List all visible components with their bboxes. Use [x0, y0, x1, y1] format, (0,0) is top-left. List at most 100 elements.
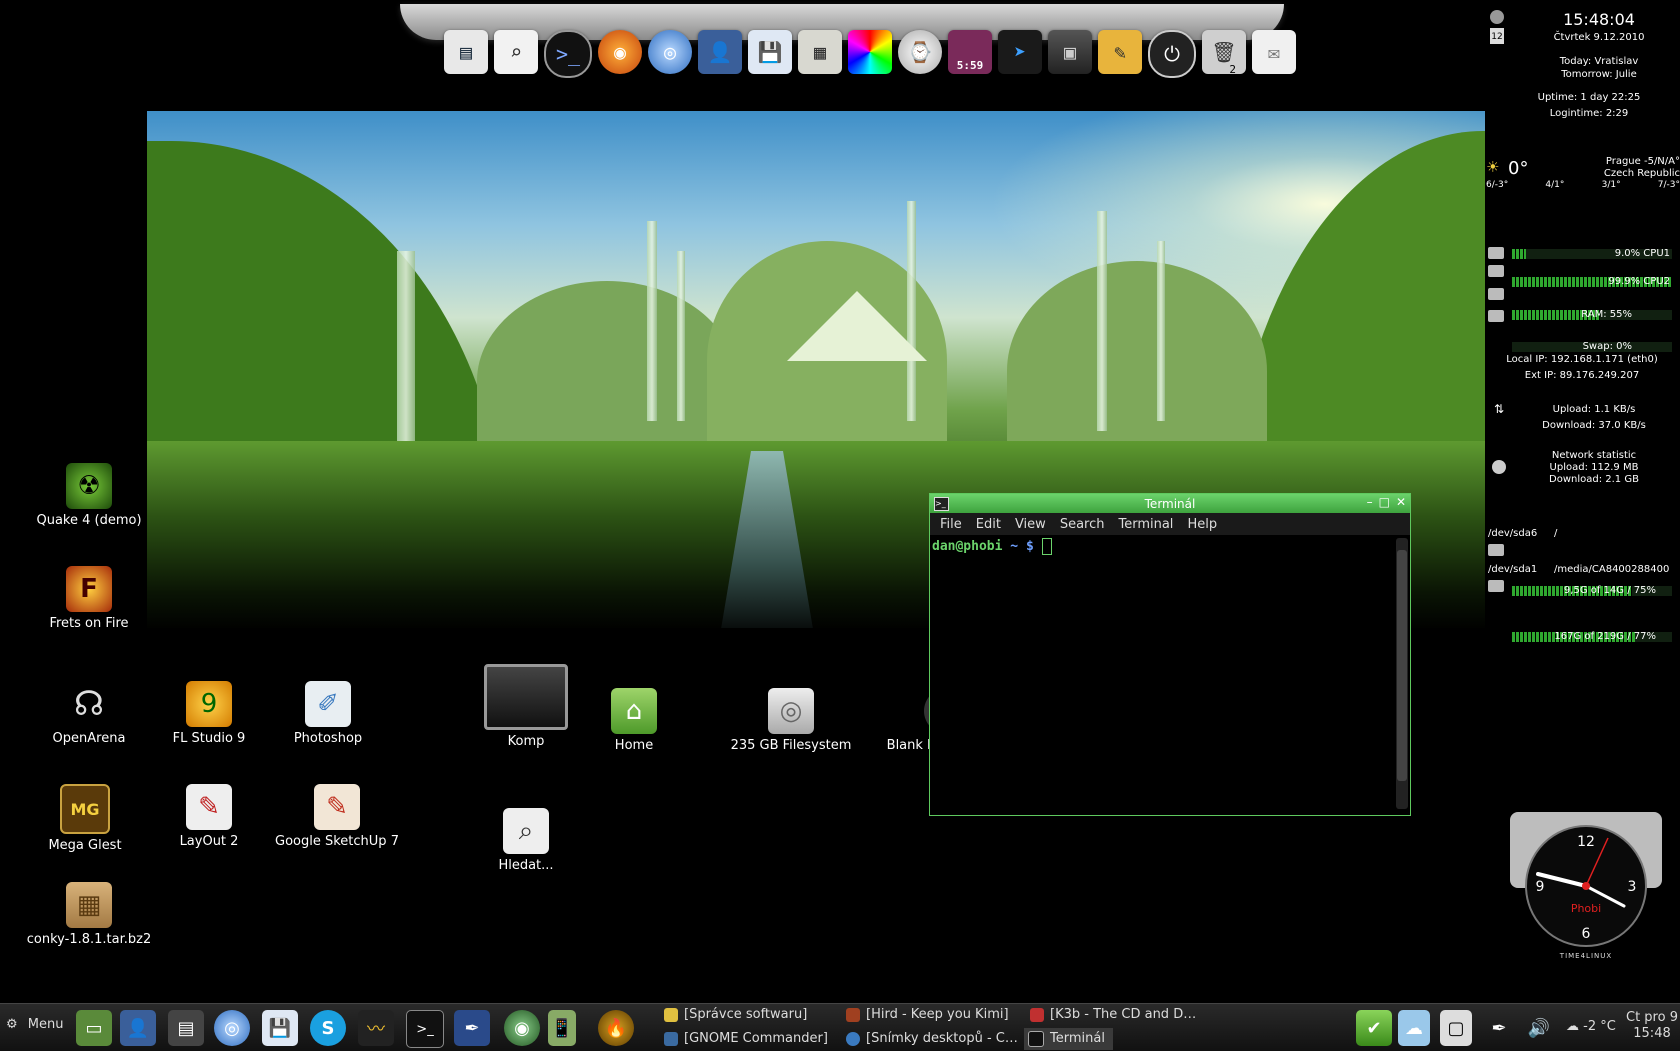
close-icon[interactable]: ✕ [1396, 495, 1406, 509]
temp-label: -2 °C [1583, 1019, 1616, 1034]
weather-country: Czech Republic [1603, 168, 1680, 179]
terminal-titlebar[interactable]: >_ Terminál – □ ✕ [930, 494, 1410, 513]
menu-help[interactable]: Help [1187, 517, 1217, 532]
weather-applet-icon[interactable]: ☁ [1398, 1010, 1430, 1046]
menu-button[interactable]: ⚙ Menu [6, 1017, 64, 1032]
weather-temp-applet[interactable]: ☁ -2 °C [1566, 1019, 1616, 1034]
menu-file[interactable]: File [940, 517, 962, 532]
network-icon[interactable]: ▤ [168, 1010, 204, 1046]
calendar-small-icon: 12 [1490, 28, 1504, 44]
skype-icon[interactable]: S [310, 1010, 346, 1046]
menu-search[interactable]: Search [1060, 517, 1105, 532]
radar-icon[interactable]: ◉ [504, 1010, 540, 1046]
conky-panel: 12 15:48:04 Čtvrtek 9.12.2010 Today: Vra… [1484, 0, 1680, 642]
desktop-icon-label: Mega Glest [48, 838, 122, 853]
browser-icon[interactable]: ◎ [648, 30, 692, 74]
net-stat-upload: Upload: 112.9 MB [1549, 462, 1639, 473]
task-hird[interactable]: [Hird - Keep you Kimi] [846, 1004, 1009, 1026]
trash-icon[interactable]: 🗑 2 [1202, 30, 1246, 76]
swap-icon [1488, 310, 1504, 325]
desktop-icon-megaglest[interactable]: MG Mega Glest [20, 784, 150, 853]
conky-tomorrow: Tomorrow: Julie [1561, 69, 1637, 80]
user-icon[interactable]: 👤 [120, 1010, 156, 1046]
power-icon[interactable]: ⏻ [1148, 30, 1196, 78]
cpu-icon [1488, 265, 1504, 280]
network-applet-icon[interactable]: ▢ [1440, 1010, 1472, 1046]
panel-date: Čt pro 9 [1626, 1010, 1678, 1025]
minimize-icon[interactable]: – [1367, 495, 1373, 509]
mail-icon[interactable]: ✉ [1252, 30, 1296, 74]
task-terminal[interactable]: Terminál [1024, 1028, 1113, 1050]
desktop-icon-label: 235 GB Filesystem [730, 738, 852, 753]
desktop-icon-flstudio[interactable]: 9 FL Studio 9 [144, 681, 274, 746]
notes-icon[interactable]: ✎ [1098, 30, 1142, 74]
firefox-icon[interactable]: ◉ [598, 30, 642, 74]
task-label: [K3b - The CD and D… [1050, 1007, 1197, 1022]
color-picker-icon[interactable] [848, 30, 892, 74]
panel-clock[interactable]: Čt pro 9 15:48 [1624, 1010, 1680, 1042]
task-software-manager[interactable]: [Správce softwaru] [664, 1004, 807, 1026]
desktop-icon-label: OpenArena [52, 731, 126, 746]
clock-app-icon[interactable]: ⌚ [898, 30, 942, 74]
task-k3b[interactable]: [K3b - The CD and D… [1030, 1004, 1196, 1026]
window-list-icon[interactable]: ▤ [444, 30, 488, 74]
terminal-icon[interactable]: >_ [544, 30, 592, 78]
forecast-day: 4/1° [1545, 180, 1565, 190]
clock-brand: Phobi [1571, 902, 1601, 915]
menu-terminal[interactable]: Terminal [1118, 517, 1173, 532]
pin-icon[interactable]: ✒ [1484, 1010, 1514, 1046]
terminal-window[interactable]: >_ Terminál – □ ✕ File Edit View Search … [929, 493, 1411, 816]
photoshop-icon: ✐ [305, 681, 351, 727]
task-gnome-commander[interactable]: [GNOME Commander] [664, 1028, 828, 1050]
desktop-icon-hledat[interactable]: ⌕ Hledat... [461, 808, 591, 873]
openarena-icon: ☊ [73, 684, 105, 724]
xmoux-icon[interactable]: 🔥 [598, 1010, 634, 1046]
floppy-icon[interactable]: 💾 [262, 1010, 298, 1046]
maximize-icon[interactable]: □ [1379, 495, 1390, 509]
user-icon[interactable]: 👤 [698, 30, 742, 74]
desktop-icon-layout[interactable]: ✎ LayOut 2 [144, 784, 274, 849]
menu-edit[interactable]: Edit [976, 517, 1001, 532]
updown-arrows-icon: ⇅ [1494, 402, 1505, 416]
desktop-icon-home[interactable]: ⌂ Home [569, 688, 699, 753]
trash-count: 2 [1229, 63, 1236, 76]
prompt-user: dan@phobi [932, 539, 1003, 554]
menu-view[interactable]: View [1015, 517, 1046, 532]
floppy-icon[interactable]: 💾 [748, 30, 792, 74]
feather-icon[interactable]: ✒ [454, 1010, 490, 1046]
terminal-output[interactable]: dan@phobi ~ $ [930, 535, 1394, 815]
phone-icon[interactable]: 📱 [548, 1010, 576, 1046]
terminal-cursor [1041, 538, 1052, 555]
desktop-icon-openarena[interactable]: ☊ OpenArena [24, 681, 154, 746]
browser-icon[interactable]: ◎ [214, 1010, 250, 1046]
menu-label: Menu [27, 1017, 64, 1032]
terminal-scrollbar[interactable] [1396, 538, 1408, 809]
volume-icon[interactable]: 🔊 [1524, 1010, 1554, 1046]
task-screenshots[interactable]: [Snímky desktopů - C… [846, 1028, 1018, 1050]
calendar-icon[interactable]: 5:59 [948, 30, 992, 74]
net-stat-title: Network statistic [1551, 450, 1637, 461]
system-icon [1490, 10, 1504, 24]
terminal-icon[interactable]: >_ [406, 1010, 444, 1048]
desktop-icon-quake[interactable]: ☢ Quake 4 (demo) [24, 463, 154, 528]
disk2-usage: 167G of 219G / 77% [1554, 631, 1656, 642]
desktop-icon-filesystem[interactable]: ◎ 235 GB Filesystem [726, 688, 856, 753]
show-desktop-icon[interactable]: ▭ [76, 1010, 112, 1046]
archive-icon: ▦ [66, 882, 112, 928]
system-monitor-icon[interactable]: 〰 [358, 1010, 394, 1046]
ram-label: RAM: 55% [1581, 309, 1632, 320]
pointer-icon[interactable]: ➤ [998, 30, 1042, 74]
desktop-icon-sketchup[interactable]: ✎ Google SketchUp 7 [272, 784, 402, 849]
update-shield-icon[interactable]: ✔ [1356, 1010, 1392, 1046]
net-stat-download: Download: 2.1 GB [1549, 474, 1639, 485]
desktop-icon-conky-archive[interactable]: ▦ conky-1.8.1.tar.bz2 [24, 882, 154, 947]
desktop-icon-frets[interactable]: F Frets on Fire [24, 566, 154, 631]
desktop-icon-label: Frets on Fire [49, 616, 129, 631]
desktop-icon-photoshop[interactable]: ✐ Photoshop [263, 681, 393, 746]
flstudio-icon: 9 [186, 681, 232, 727]
weather-location: Prague -5/N/A° [1605, 156, 1680, 167]
search-icon[interactable]: ⌕ [494, 30, 538, 74]
calculator-icon[interactable]: ▦ [798, 30, 842, 74]
forecast-day: 7/-3° [1657, 180, 1680, 190]
box-icon[interactable]: ▣ [1048, 30, 1092, 74]
